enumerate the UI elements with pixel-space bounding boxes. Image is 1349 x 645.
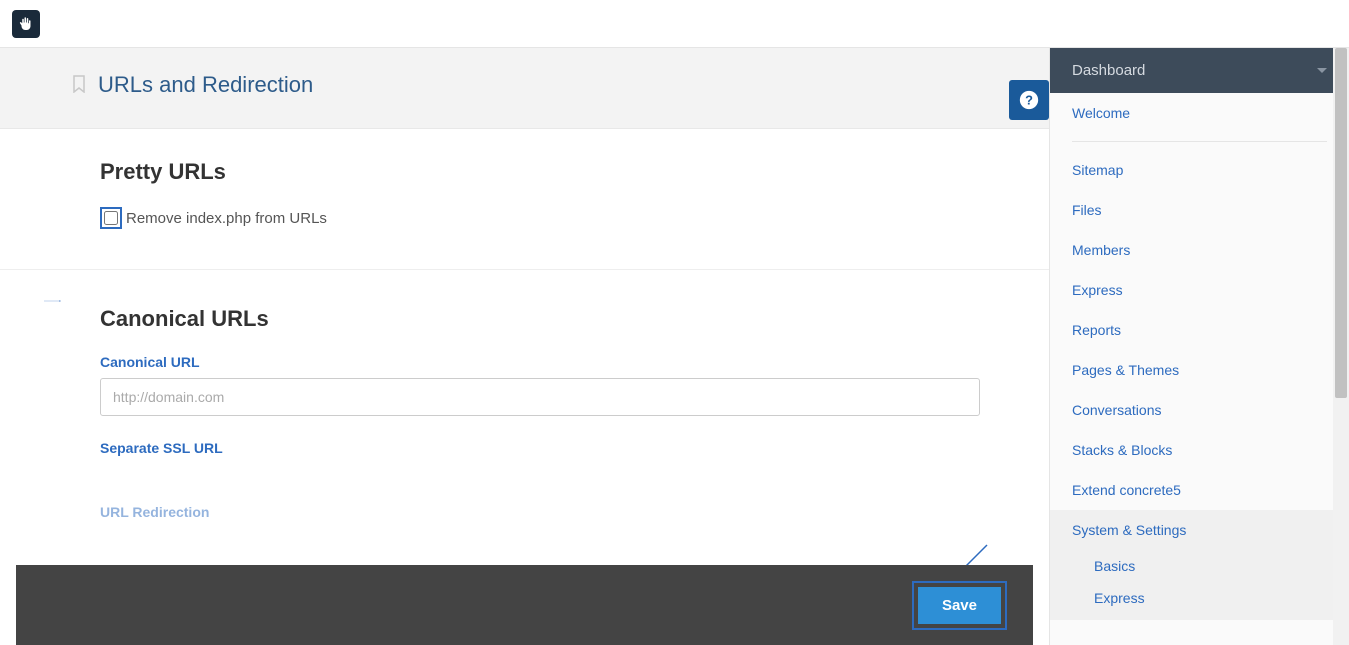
sidebar-item-system-settings[interactable]: System & Settings bbox=[1050, 510, 1349, 550]
help-button[interactable]: ? bbox=[1009, 80, 1049, 120]
section-divider bbox=[0, 269, 1049, 270]
save-button-highlight: Save bbox=[912, 581, 1007, 630]
canonical-urls-heading: Canonical URLs bbox=[100, 306, 949, 332]
sidebar: Dashboard Welcome Sitemap Files Members … bbox=[1049, 48, 1349, 645]
ssl-url-label: Separate SSL URL bbox=[100, 440, 949, 456]
main-content: URLs and Redirection ? Pretty URLs Remov… bbox=[0, 48, 1049, 645]
sidebar-item-extend[interactable]: Extend concrete5 bbox=[1072, 470, 1327, 510]
hand-icon bbox=[17, 15, 35, 33]
save-button[interactable]: Save bbox=[918, 587, 1001, 624]
pretty-urls-heading: Pretty URLs bbox=[100, 159, 949, 185]
sidebar-item-welcome[interactable]: Welcome bbox=[1072, 93, 1327, 133]
annotation-arrow-left bbox=[10, 300, 95, 302]
app-logo[interactable] bbox=[12, 10, 40, 38]
sidebar-item-sitemap[interactable]: Sitemap bbox=[1072, 150, 1327, 190]
sidebar-item-reports[interactable]: Reports bbox=[1072, 310, 1327, 350]
sidebar-item-files[interactable]: Files bbox=[1072, 190, 1327, 230]
footer-bar: Save bbox=[16, 565, 1033, 645]
sidebar-item-members[interactable]: Members bbox=[1072, 230, 1327, 270]
chevron-down-icon bbox=[1317, 68, 1327, 73]
sidebar-sub-basics[interactable]: Basics bbox=[1072, 550, 1327, 582]
question-icon: ? bbox=[1018, 89, 1040, 111]
svg-text:?: ? bbox=[1025, 93, 1033, 108]
checkbox-highlight bbox=[100, 207, 122, 229]
page-header: URLs and Redirection ? bbox=[0, 48, 1049, 129]
vertical-scrollbar[interactable] bbox=[1333, 48, 1349, 645]
sidebar-separator bbox=[1072, 141, 1327, 142]
scrollbar-thumb[interactable] bbox=[1335, 48, 1347, 398]
sidebar-item-conversations[interactable]: Conversations bbox=[1072, 390, 1327, 430]
bookmark-icon[interactable] bbox=[72, 75, 88, 95]
sidebar-header-label: Dashboard bbox=[1072, 62, 1145, 79]
sidebar-item-express[interactable]: Express bbox=[1072, 270, 1327, 310]
canonical-url-label: Canonical URL bbox=[100, 354, 949, 370]
sidebar-item-stacks-blocks[interactable]: Stacks & Blocks bbox=[1072, 430, 1327, 470]
page-title: URLs and Redirection bbox=[98, 72, 313, 98]
url-redirection-label: URL Redirection bbox=[100, 504, 209, 520]
remove-index-checkbox[interactable] bbox=[104, 211, 118, 225]
remove-index-label[interactable]: Remove index.php from URLs bbox=[126, 210, 327, 227]
top-bar bbox=[0, 0, 1349, 48]
canonical-url-input[interactable] bbox=[100, 378, 980, 416]
sidebar-sub-express[interactable]: Express bbox=[1072, 582, 1327, 614]
sidebar-header-dashboard[interactable]: Dashboard bbox=[1050, 48, 1349, 93]
remove-index-row: Remove index.php from URLs bbox=[100, 207, 949, 229]
sidebar-item-pages-themes[interactable]: Pages & Themes bbox=[1072, 350, 1327, 390]
